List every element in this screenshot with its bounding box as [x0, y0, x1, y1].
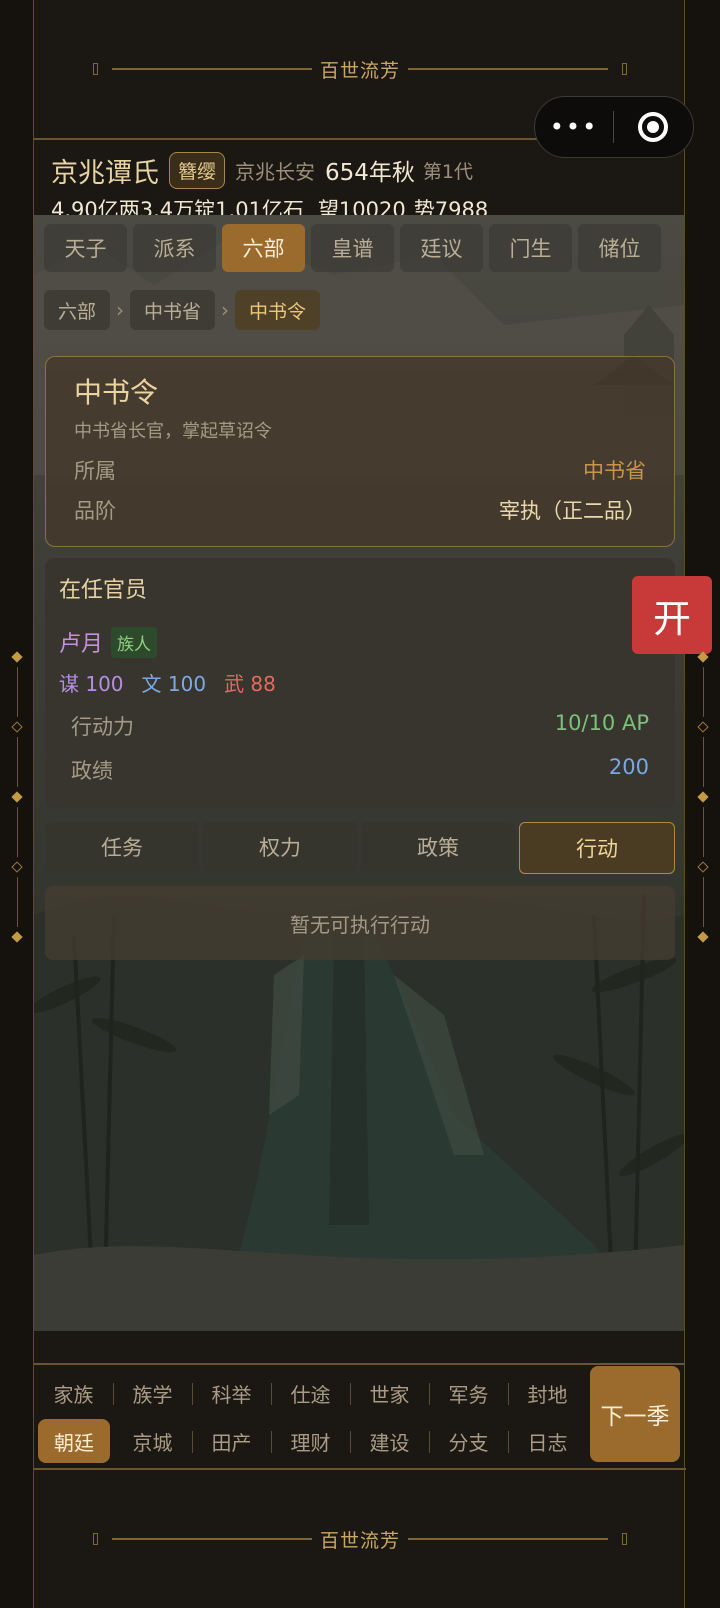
chevron-right-icon: ›: [221, 298, 230, 322]
court-tabs: 天子 派系 六部 皇谱 廷议 门生 储位: [44, 224, 661, 272]
banner-line-right: [408, 68, 608, 70]
banner-cap-left: [92, 1533, 98, 1545]
tab-disciples[interactable]: 门生: [489, 224, 572, 272]
generation: 第1代: [422, 160, 474, 183]
banner-cap-right: [622, 63, 627, 75]
miniprogram-capsule: •••: [534, 96, 694, 158]
stat-civil: 文 100: [141, 672, 207, 696]
subtab-policy[interactable]: 政策: [361, 822, 515, 872]
banner-title: 百世流芳: [319, 59, 400, 82]
action-points-label: 行动力: [71, 715, 134, 739]
nav-court[interactable]: 朝廷: [38, 1419, 110, 1463]
banner-cap-right: [622, 1533, 627, 1545]
right-side-ornament: [696, 650, 710, 944]
tab-six-ministries[interactable]: 六部: [222, 224, 305, 272]
nav-estates[interactable]: 田产: [192, 1419, 271, 1463]
chevron-right-icon: ›: [116, 298, 125, 322]
merit-label: 政绩: [71, 759, 113, 783]
office-description: 中书省长官，掌起草诏令: [74, 421, 272, 442]
tab-royal-genealogy[interactable]: 皇谱: [311, 224, 394, 272]
next-season-button[interactable]: 下一季: [590, 1366, 680, 1462]
nav-row-1: 家族 族学 科举 仕途 世家 军务 封地: [34, 1371, 587, 1415]
office-info-card: 中书令 中书省长官，掌起草诏令 所属 中书省 品阶 宰执（正二品）: [45, 356, 675, 547]
nav-finance[interactable]: 理财: [271, 1419, 350, 1463]
official-stats: 谋 100 文 100 武 88: [59, 668, 661, 697]
office-grade-row: 品阶 宰执（正二品）: [74, 495, 646, 525]
empty-actions-message: 暂无可执行行动: [45, 886, 675, 960]
office-dept-row: 所属 中书省: [74, 455, 646, 485]
tab-faction[interactable]: 派系: [133, 224, 216, 272]
clan-place: 京兆长安: [235, 159, 316, 184]
official-row[interactable]: 卢月 族人: [59, 626, 661, 658]
nav-military[interactable]: 军务: [429, 1371, 508, 1415]
bottom-navigation: 家族 族学 科举 仕途 世家 军务 封地 朝廷 京城 田产 理财 建设 分支 日…: [34, 1363, 684, 1468]
tab-succession[interactable]: 储位: [578, 224, 661, 272]
official-subtabs: 任务 权力 政策 行动: [45, 822, 675, 874]
banner-line-left: [111, 68, 312, 70]
subtab-tasks[interactable]: 任务: [45, 822, 199, 872]
nav-exam[interactable]: 科举: [192, 1371, 271, 1415]
stat-strategy: 谋 100: [59, 672, 124, 696]
breadcrumb: 六部 › 中书省 › 中书令: [44, 290, 321, 330]
left-side-ornament: [10, 650, 24, 944]
nav-capital[interactable]: 京城: [113, 1419, 192, 1463]
game-year: 654年秋: [325, 160, 415, 186]
office-title: 中书令: [74, 376, 159, 409]
nav-clan-school[interactable]: 族学: [113, 1371, 192, 1415]
nav-row-2: 朝廷 京城 田产 理财 建设 分支 日志: [34, 1419, 587, 1463]
stat-martial: 武 88: [224, 672, 276, 696]
official-name[interactable]: 卢月: [59, 626, 103, 658]
banner-line-left: [111, 1538, 312, 1540]
bottom-banner: 百世流芳: [34, 1468, 686, 1608]
close-miniprogram-icon[interactable]: [614, 112, 692, 142]
office-dept-value: 中书省: [583, 459, 646, 483]
action-points-row: 行动力 10/10 AP: [59, 711, 661, 741]
banner-line-right: [408, 1538, 608, 1540]
nav-construction[interactable]: 建设: [350, 1419, 429, 1463]
nav-noble-houses[interactable]: 世家: [350, 1371, 429, 1415]
merit-row: 政绩 200: [59, 755, 661, 785]
subtab-actions[interactable]: 行动: [519, 822, 675, 874]
breadcrumb-ministries[interactable]: 六部: [44, 290, 111, 330]
office-grade-value: 宰执（正二品）: [499, 499, 646, 523]
nav-branches[interactable]: 分支: [429, 1419, 508, 1463]
action-points-value: 10/10 AP: [554, 711, 649, 735]
nav-log[interactable]: 日志: [508, 1419, 587, 1463]
breadcrumb-secretariat[interactable]: 中书省: [130, 290, 216, 330]
current-official-card: 在任官员 卢月 族人 谋 100 文 100 武 88 行动力 10/10 AP 政…: [45, 558, 675, 808]
section-title: 在任官员: [59, 578, 148, 603]
nav-family[interactable]: 家族: [34, 1371, 113, 1415]
banner-title: 百世流芳: [319, 1529, 400, 1552]
office-dept-label: 所属: [74, 459, 116, 483]
more-icon[interactable]: •••: [535, 113, 613, 141]
open-button[interactable]: 开: [632, 576, 712, 654]
breadcrumb-office[interactable]: 中书令: [235, 290, 321, 330]
nav-career[interactable]: 仕途: [271, 1371, 350, 1415]
clan-member-tag: 族人: [111, 626, 158, 658]
clan-name: 京兆谭氏: [51, 157, 159, 189]
merit-value: 200: [608, 755, 649, 779]
tab-emperor[interactable]: 天子: [44, 224, 127, 272]
office-grade-label: 品阶: [74, 499, 116, 523]
tab-court-debate[interactable]: 廷议: [400, 224, 483, 272]
clan-header: 京兆谭氏 簪缨 京兆长安 654年秋 第1代 4.90亿两3.4万锭1.01亿石…: [51, 150, 681, 224]
nav-fief[interactable]: 封地: [508, 1371, 587, 1415]
clan-rank-badge: 簪缨: [169, 151, 226, 189]
banner-cap-left: [92, 63, 98, 75]
subtab-power[interactable]: 权力: [203, 822, 357, 872]
